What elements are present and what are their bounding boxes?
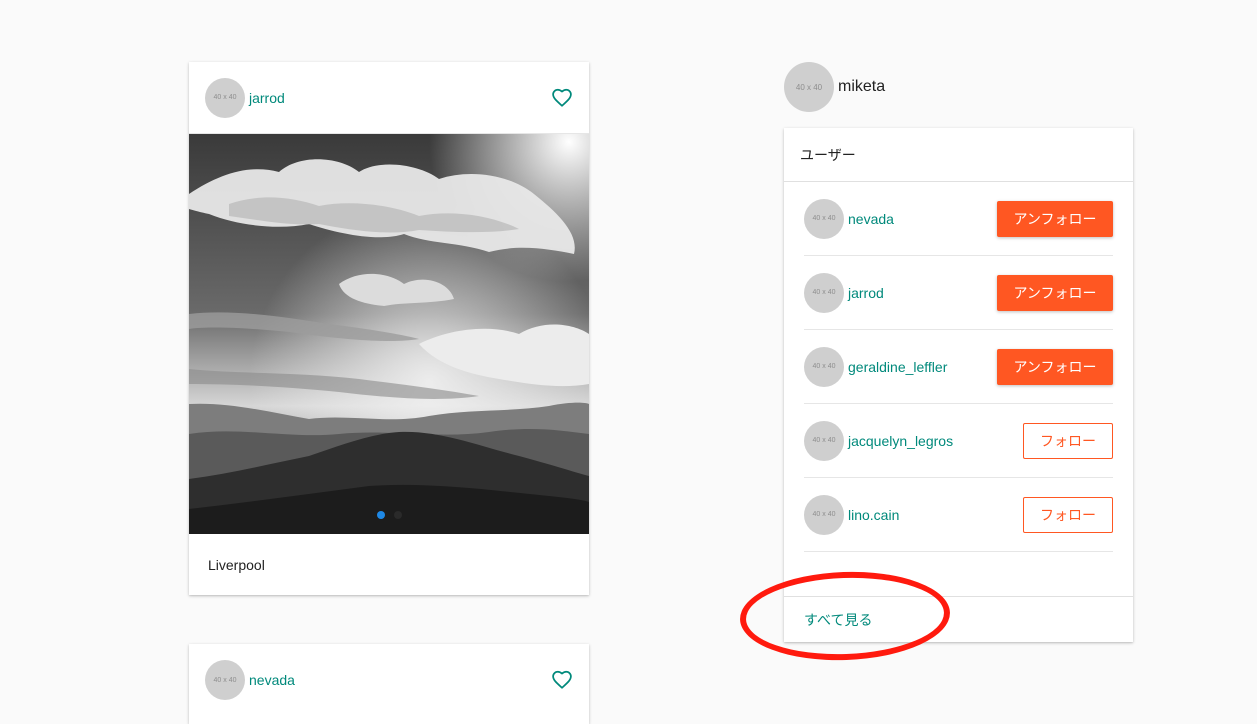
post-photo[interactable] (189, 134, 589, 534)
carousel-dot[interactable] (376, 511, 385, 519)
heart-icon[interactable] (551, 669, 573, 691)
carousel-dots (189, 511, 589, 519)
user-list: 40 x 40 nevada アンフォロー 40 x 40 jarrod アンフ… (784, 182, 1133, 552)
avatar[interactable]: 40 x 40 (205, 77, 245, 118)
heart-icon[interactable] (551, 87, 573, 109)
follow-button[interactable]: フォロー (1023, 496, 1113, 533)
user-link-lino-cain[interactable]: lino.cain (848, 507, 899, 523)
post-caption: Liverpool (208, 556, 265, 573)
profile-username: miketa (838, 78, 886, 95)
avatar[interactable]: 40 x 40 (804, 198, 844, 239)
users-panel: ユーザー 40 x 40 nevada アンフォロー 40 x 40 jarro… (784, 128, 1133, 642)
user-row: 40 x 40 lino.cain フォロー (804, 478, 1113, 552)
user-row: 40 x 40 geraldine_leffler アンフォロー (804, 330, 1113, 404)
user-link-jacquelyn-legros[interactable]: jacquelyn_legros (848, 433, 953, 449)
unfollow-button[interactable]: アンフォロー (997, 274, 1113, 311)
see-all-link[interactable]: すべて見る (804, 610, 872, 630)
landscape-image (189, 134, 589, 534)
avatar[interactable]: 40 x 40 (804, 272, 844, 313)
carousel-dot[interactable] (393, 511, 402, 519)
profile-summary: 40 x 40 miketa (784, 62, 885, 112)
profile-avatar[interactable]: 40 x 40 (784, 62, 834, 112)
avatar[interactable]: 40 x 40 (804, 420, 844, 461)
user-link-geraldine-leffler[interactable]: geraldine_leffler (848, 359, 947, 375)
unfollow-button[interactable]: アンフォロー (997, 200, 1113, 237)
post-card: 40 x 40 nevada (189, 644, 589, 724)
post-card: 40 x 40 jarrod Liverpool (189, 62, 589, 595)
user-link-jarrod[interactable]: jarrod (848, 285, 884, 301)
post-author-link[interactable]: nevada (249, 672, 295, 688)
avatar[interactable]: 40 x 40 (205, 660, 245, 700)
post-header: 40 x 40 nevada (189, 644, 589, 716)
user-row: 40 x 40 jacquelyn_legros フォロー (804, 404, 1113, 478)
follow-button[interactable]: フォロー (1023, 422, 1113, 459)
unfollow-button[interactable]: アンフォロー (997, 348, 1113, 385)
post-header: 40 x 40 jarrod (189, 62, 589, 134)
post-author-link[interactable]: jarrod (249, 90, 285, 106)
users-panel-title: ユーザー (784, 128, 1133, 182)
user-row: 40 x 40 jarrod アンフォロー (804, 256, 1113, 330)
avatar[interactable]: 40 x 40 (804, 494, 844, 535)
user-row: 40 x 40 nevada アンフォロー (804, 182, 1113, 256)
user-link-nevada[interactable]: nevada (848, 211, 894, 227)
users-panel-footer: すべて見る (784, 596, 1133, 642)
avatar[interactable]: 40 x 40 (804, 346, 844, 387)
